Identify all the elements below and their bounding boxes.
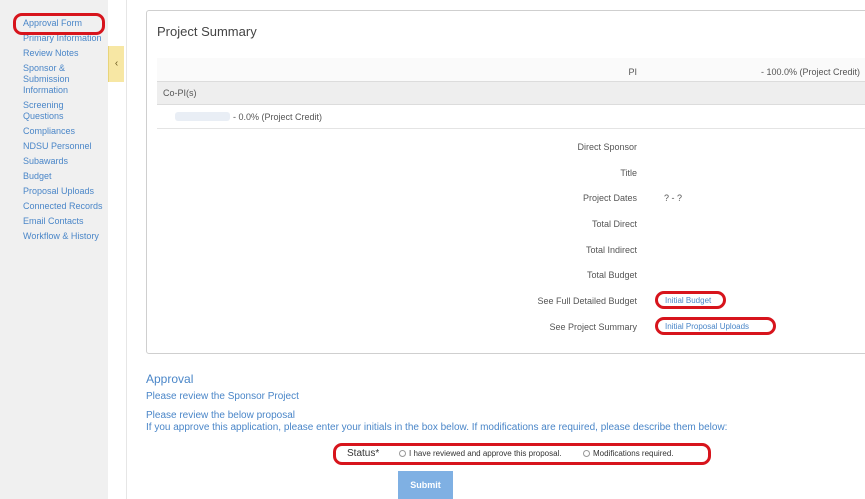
pi-value: - 100.0% (Project Credit) bbox=[761, 67, 861, 77]
sidebar-item-review-notes[interactable]: Review Notes bbox=[0, 48, 108, 59]
sidebar-list: Approval Form Primary Information Review… bbox=[0, 0, 108, 242]
copi-header-label: Co-PI(s) bbox=[163, 88, 197, 98]
sidebar-item-compliances[interactable]: Compliances bbox=[0, 126, 108, 137]
chevron-left-icon: ‹ bbox=[114, 58, 119, 69]
approval-instruction-1: Please review the Sponsor Project bbox=[146, 391, 299, 402]
approval-instruction-2: Please review the below proposal bbox=[146, 410, 295, 421]
project-dates-value: ? - ? bbox=[664, 193, 683, 203]
highlight-approval-form bbox=[13, 13, 105, 35]
project-summary-panel: Project Summary PI - 100.0% (Project Cre… bbox=[146, 10, 865, 354]
highlight-initial-proposal-uploads bbox=[655, 317, 776, 335]
sidebar-item-connected-records[interactable]: Connected Records bbox=[0, 201, 108, 212]
direct-sponsor-label: Direct Sponsor bbox=[577, 142, 637, 152]
highlight-status-field bbox=[333, 443, 711, 465]
full-budget-label: See Full Detailed Budget bbox=[537, 296, 637, 306]
project-summary-label: See Project Summary bbox=[549, 322, 637, 332]
collapse-sidebar-button[interactable]: ‹ bbox=[108, 46, 124, 82]
sidebar-item-budget[interactable]: Budget bbox=[0, 171, 108, 182]
total-direct-label: Total Direct bbox=[591, 219, 637, 229]
pi-label: PI bbox=[628, 67, 637, 77]
title-label: Title bbox=[620, 168, 637, 178]
sidebar-item-workflow-history[interactable]: Workflow & History bbox=[0, 231, 108, 242]
approval-heading: Approval bbox=[146, 372, 194, 386]
total-indirect-label: Total Indirect bbox=[585, 245, 637, 255]
approval-instruction-3: If you approve this application, please … bbox=[146, 422, 728, 433]
sidebar-item-subawards[interactable]: Subawards bbox=[0, 156, 108, 167]
project-dates-label: Project Dates bbox=[582, 193, 637, 203]
sidebar-nav: Approval Form Primary Information Review… bbox=[0, 0, 108, 499]
copi-header: Co-PI(s) bbox=[157, 81, 865, 105]
page: Approval Form Primary Information Review… bbox=[0, 0, 865, 499]
submit-button[interactable]: Submit bbox=[398, 471, 453, 499]
divider bbox=[126, 0, 127, 499]
copi-value: - 0.0% (Project Credit) bbox=[233, 112, 323, 122]
sidebar-item-email-contacts[interactable]: Email Contacts bbox=[0, 216, 108, 227]
panel-title: Project Summary bbox=[157, 24, 257, 39]
copi-row: - 0.0% (Project Credit) bbox=[157, 105, 865, 129]
total-budget-label: Total Budget bbox=[586, 270, 637, 280]
sidebar-item-ndsu-personnel[interactable]: NDSU Personnel bbox=[0, 141, 108, 152]
redacted-name bbox=[175, 112, 230, 121]
highlight-initial-budget bbox=[655, 291, 726, 309]
sidebar-item-sponsor-submission[interactable]: Sponsor & Submission Information bbox=[0, 63, 108, 96]
sidebar-item-proposal-uploads[interactable]: Proposal Uploads bbox=[0, 186, 108, 197]
sidebar-item-screening-questions[interactable]: Screening Questions bbox=[0, 100, 108, 122]
